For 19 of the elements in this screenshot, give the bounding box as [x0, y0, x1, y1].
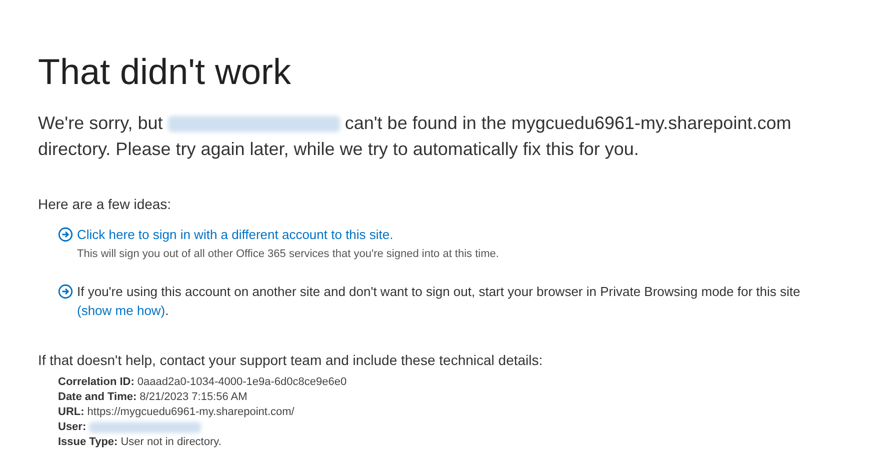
ideas-heading: Here are a few ideas:: [38, 195, 172, 214]
detail-label: Correlation ID:: [58, 375, 134, 390]
page-title: That didn't work: [38, 50, 292, 94]
detail-value: User not in directory.: [120, 435, 222, 450]
detail-label: Date and Time:: [58, 390, 137, 405]
arrow-circle-icon: [58, 227, 73, 242]
help-text: If that doesn't help, contact your support team and include these technical details:: [38, 351, 544, 370]
detail-value: 8/21/2023 7:15:56 AM: [140, 390, 248, 405]
private-browsing-tip: If you're using this account on another site and don't want to sign out, start your browser in Private Browsing mode for this site (show me how).: [77, 283, 802, 320]
sign-in-link[interactable]: Click here to sign in with a different account to this site.: [77, 225, 499, 244]
arrow-circle-icon: [58, 284, 73, 299]
show-me-how-link[interactable]: (show me how): [77, 303, 166, 318]
detail-value: 0aaad2a0-1034-4000-1e9a-6d0c8ce9e6e0: [137, 375, 347, 390]
detail-label: URL:: [58, 405, 84, 420]
detail-label: User:: [58, 420, 86, 435]
detail-value: https://mygcuedu6961-my.sharepoint.com/: [87, 405, 294, 420]
detail-label: Issue Type:: [58, 435, 118, 450]
error-message: We're sorry, but can't be found in the mygcuedu6961-my.sharepoint.com directory. Please try again later, while we try to automatically fix this for you.: [38, 112, 792, 161]
sign-out-note: This will sign you out of all other Office 365 services that you're signed into at this time.: [77, 246, 499, 262]
